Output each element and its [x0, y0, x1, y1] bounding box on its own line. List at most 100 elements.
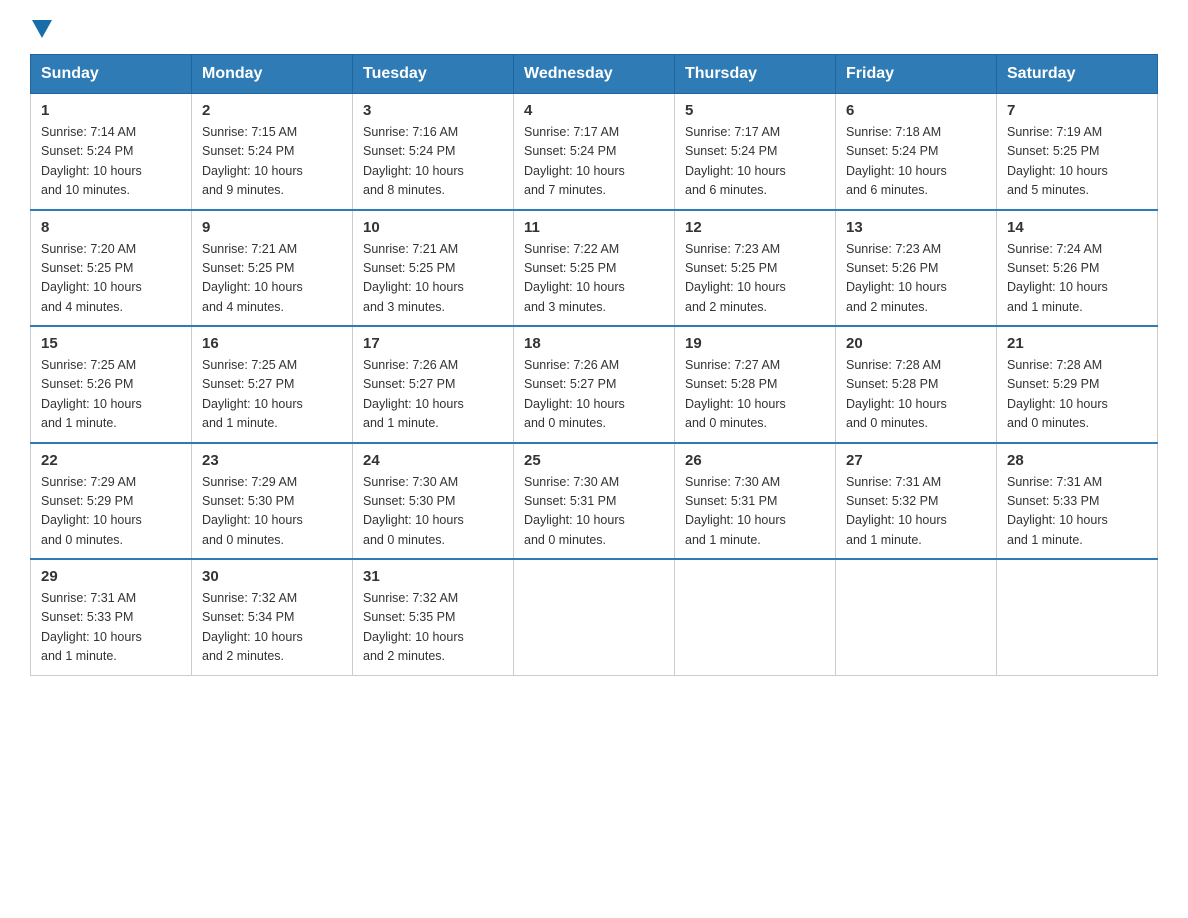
calendar-cell: 18 Sunrise: 7:26 AMSunset: 5:27 PMDayligh…	[514, 326, 675, 443]
day-info: Sunrise: 7:24 AMSunset: 5:26 PMDaylight:…	[1007, 240, 1147, 318]
day-info: Sunrise: 7:17 AMSunset: 5:24 PMDaylight:…	[685, 123, 825, 201]
day-info: Sunrise: 7:32 AMSunset: 5:35 PMDaylight:…	[363, 589, 503, 667]
calendar-cell: 21 Sunrise: 7:28 AMSunset: 5:29 PMDayligh…	[997, 326, 1158, 443]
calendar-cell: 22 Sunrise: 7:29 AMSunset: 5:29 PMDayligh…	[31, 443, 192, 560]
calendar-cell: 10Sunrise: 7:21 AMSunset: 5:25 PMDayligh…	[353, 210, 514, 327]
header-saturday: Saturday	[997, 55, 1158, 94]
day-number: 1	[41, 102, 181, 119]
calendar-week-row: 22 Sunrise: 7:29 AMSunset: 5:29 PMDayligh…	[31, 443, 1158, 560]
day-number: 27	[846, 452, 986, 469]
day-info: Sunrise: 7:26 AMSunset: 5:27 PMDaylight:…	[524, 356, 664, 434]
calendar-cell: 2 Sunrise: 7:15 AMSunset: 5:24 PMDaylight…	[192, 94, 353, 210]
calendar-cell: 27 Sunrise: 7:31 AMSunset: 5:32 PMDayligh…	[836, 443, 997, 560]
calendar-cell	[997, 559, 1158, 675]
day-number: 21	[1007, 335, 1147, 352]
day-number: 7	[1007, 102, 1147, 119]
day-number: 9	[202, 219, 342, 236]
calendar-cell	[514, 559, 675, 675]
day-number: 19	[685, 335, 825, 352]
day-number: 12	[685, 219, 825, 236]
day-number: 29	[41, 568, 181, 585]
day-info: Sunrise: 7:14 AMSunset: 5:24 PMDaylight:…	[41, 123, 181, 201]
calendar-cell: 6 Sunrise: 7:18 AMSunset: 5:24 PMDaylight…	[836, 94, 997, 210]
day-number: 14	[1007, 219, 1147, 236]
day-number: 30	[202, 568, 342, 585]
day-info: Sunrise: 7:29 AMSunset: 5:30 PMDaylight:…	[202, 473, 342, 551]
day-info: Sunrise: 7:18 AMSunset: 5:24 PMDaylight:…	[846, 123, 986, 201]
day-info: Sunrise: 7:25 AMSunset: 5:27 PMDaylight:…	[202, 356, 342, 434]
day-number: 18	[524, 335, 664, 352]
day-info: Sunrise: 7:23 AMSunset: 5:25 PMDaylight:…	[685, 240, 825, 318]
day-number: 16	[202, 335, 342, 352]
header-tuesday: Tuesday	[353, 55, 514, 94]
calendar-cell: 26 Sunrise: 7:30 AMSunset: 5:31 PMDayligh…	[675, 443, 836, 560]
calendar-cell: 11 Sunrise: 7:22 AMSunset: 5:25 PMDayligh…	[514, 210, 675, 327]
calendar-cell	[675, 559, 836, 675]
day-number: 5	[685, 102, 825, 119]
calendar-cell: 24Sunrise: 7:30 AMSunset: 5:30 PMDayligh…	[353, 443, 514, 560]
day-number: 23	[202, 452, 342, 469]
header-friday: Friday	[836, 55, 997, 94]
calendar-cell: 5 Sunrise: 7:17 AMSunset: 5:24 PMDaylight…	[675, 94, 836, 210]
day-info: Sunrise: 7:29 AMSunset: 5:29 PMDaylight:…	[41, 473, 181, 551]
calendar-cell: 7 Sunrise: 7:19 AMSunset: 5:25 PMDaylight…	[997, 94, 1158, 210]
calendar-week-row: 15Sunrise: 7:25 AMSunset: 5:26 PMDayligh…	[31, 326, 1158, 443]
logo	[30, 20, 54, 38]
day-info: Sunrise: 7:21 AMSunset: 5:25 PMDaylight:…	[363, 240, 503, 318]
calendar-week-row: 29 Sunrise: 7:31 AMSunset: 5:33 PMDayligh…	[31, 559, 1158, 675]
calendar-cell: 1 Sunrise: 7:14 AMSunset: 5:24 PMDaylight…	[31, 94, 192, 210]
calendar-cell: 17Sunrise: 7:26 AMSunset: 5:27 PMDayligh…	[353, 326, 514, 443]
day-info: Sunrise: 7:27 AMSunset: 5:28 PMDaylight:…	[685, 356, 825, 434]
day-number: 24	[363, 452, 503, 469]
day-number: 17	[363, 335, 503, 352]
day-info: Sunrise: 7:19 AMSunset: 5:25 PMDaylight:…	[1007, 123, 1147, 201]
calendar-cell: 31 Sunrise: 7:32 AMSunset: 5:35 PMDayligh…	[353, 559, 514, 675]
day-info: Sunrise: 7:21 AMSunset: 5:25 PMDaylight:…	[202, 240, 342, 318]
calendar-cell: 4 Sunrise: 7:17 AMSunset: 5:24 PMDaylight…	[514, 94, 675, 210]
calendar-cell: 29 Sunrise: 7:31 AMSunset: 5:33 PMDayligh…	[31, 559, 192, 675]
page-header	[30, 20, 1158, 38]
header-wednesday: Wednesday	[514, 55, 675, 94]
day-number: 11	[524, 219, 664, 236]
day-number: 4	[524, 102, 664, 119]
day-info: Sunrise: 7:31 AMSunset: 5:33 PMDaylight:…	[41, 589, 181, 667]
calendar-cell: 15Sunrise: 7:25 AMSunset: 5:26 PMDayligh…	[31, 326, 192, 443]
calendar-cell: 16 Sunrise: 7:25 AMSunset: 5:27 PMDayligh…	[192, 326, 353, 443]
day-number: 15	[41, 335, 181, 352]
calendar-header-row: SundayMondayTuesdayWednesdayThursdayFrid…	[31, 55, 1158, 94]
day-info: Sunrise: 7:22 AMSunset: 5:25 PMDaylight:…	[524, 240, 664, 318]
calendar-cell: 20Sunrise: 7:28 AMSunset: 5:28 PMDayligh…	[836, 326, 997, 443]
header-sunday: Sunday	[31, 55, 192, 94]
day-number: 6	[846, 102, 986, 119]
calendar-cell: 8 Sunrise: 7:20 AMSunset: 5:25 PMDaylight…	[31, 210, 192, 327]
calendar-cell	[836, 559, 997, 675]
day-info: Sunrise: 7:31 AMSunset: 5:32 PMDaylight:…	[846, 473, 986, 551]
calendar-cell: 9 Sunrise: 7:21 AMSunset: 5:25 PMDaylight…	[192, 210, 353, 327]
calendar-cell: 14 Sunrise: 7:24 AMSunset: 5:26 PMDayligh…	[997, 210, 1158, 327]
calendar-table: SundayMondayTuesdayWednesdayThursdayFrid…	[30, 54, 1158, 676]
day-number: 13	[846, 219, 986, 236]
calendar-cell: 23 Sunrise: 7:29 AMSunset: 5:30 PMDayligh…	[192, 443, 353, 560]
calendar-cell: 25Sunrise: 7:30 AMSunset: 5:31 PMDayligh…	[514, 443, 675, 560]
header-thursday: Thursday	[675, 55, 836, 94]
day-number: 22	[41, 452, 181, 469]
day-info: Sunrise: 7:15 AMSunset: 5:24 PMDaylight:…	[202, 123, 342, 201]
day-number: 31	[363, 568, 503, 585]
day-number: 8	[41, 219, 181, 236]
calendar-cell: 30 Sunrise: 7:32 AMSunset: 5:34 PMDayligh…	[192, 559, 353, 675]
day-info: Sunrise: 7:31 AMSunset: 5:33 PMDaylight:…	[1007, 473, 1147, 551]
day-info: Sunrise: 7:17 AMSunset: 5:24 PMDaylight:…	[524, 123, 664, 201]
day-info: Sunrise: 7:23 AMSunset: 5:26 PMDaylight:…	[846, 240, 986, 318]
day-info: Sunrise: 7:32 AMSunset: 5:34 PMDaylight:…	[202, 589, 342, 667]
logo-arrow-icon	[32, 20, 52, 38]
header-monday: Monday	[192, 55, 353, 94]
day-info: Sunrise: 7:30 AMSunset: 5:31 PMDaylight:…	[524, 473, 664, 551]
calendar-cell: 3Sunrise: 7:16 AMSunset: 5:24 PMDaylight…	[353, 94, 514, 210]
calendar-cell: 19 Sunrise: 7:27 AMSunset: 5:28 PMDayligh…	[675, 326, 836, 443]
day-info: Sunrise: 7:20 AMSunset: 5:25 PMDaylight:…	[41, 240, 181, 318]
day-info: Sunrise: 7:28 AMSunset: 5:29 PMDaylight:…	[1007, 356, 1147, 434]
day-info: Sunrise: 7:30 AMSunset: 5:31 PMDaylight:…	[685, 473, 825, 551]
calendar-week-row: 1 Sunrise: 7:14 AMSunset: 5:24 PMDaylight…	[31, 94, 1158, 210]
day-number: 26	[685, 452, 825, 469]
day-number: 2	[202, 102, 342, 119]
